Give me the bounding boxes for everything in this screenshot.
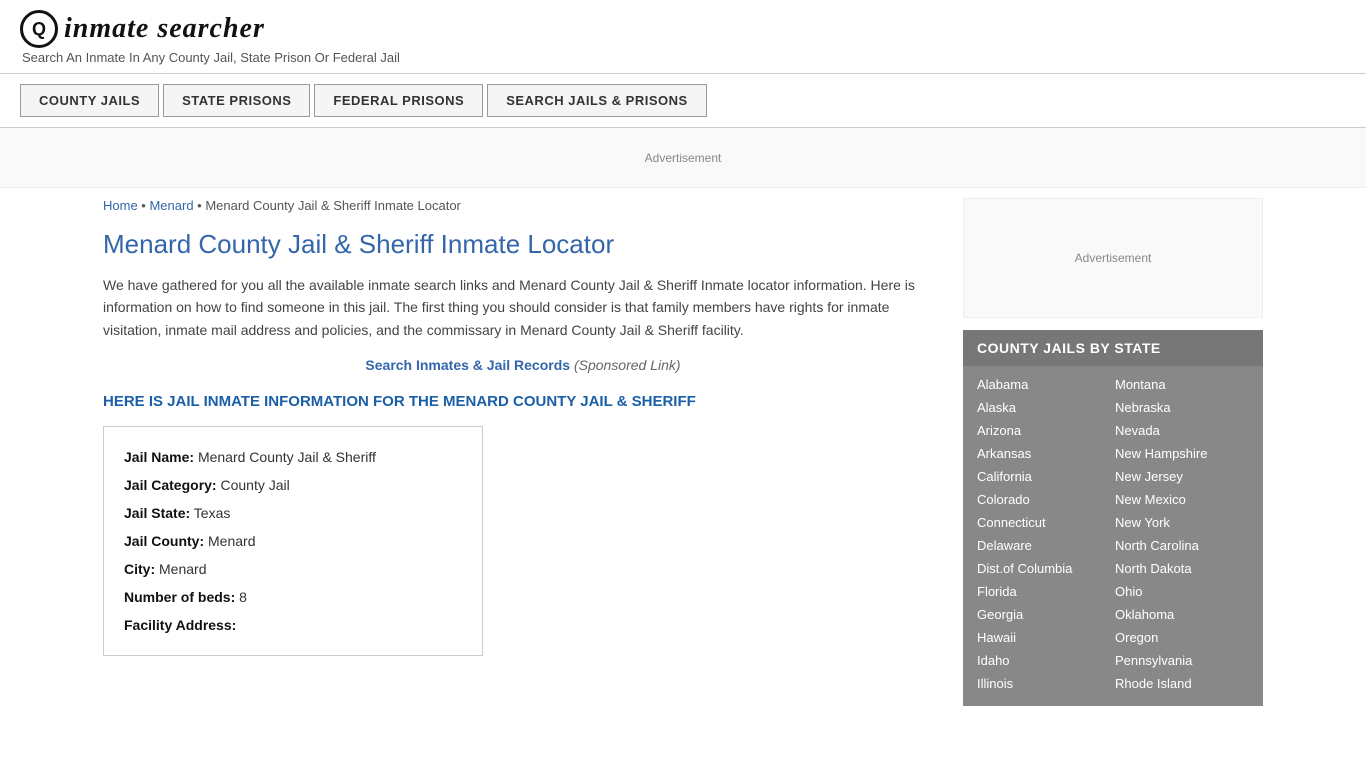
logo-area: Q inmate searcher [20, 10, 1346, 48]
state-item[interactable]: Georgia [977, 604, 1111, 625]
state-item[interactable]: Connecticut [977, 512, 1111, 533]
tagline: Search An Inmate In Any County Jail, Sta… [22, 50, 1346, 65]
search-inmates-link[interactable]: Search Inmates & Jail Records [365, 357, 570, 373]
state-item[interactable]: Alaska [977, 397, 1111, 418]
state-item[interactable]: New Mexico [1115, 489, 1249, 510]
jail-state-field: Jail State: Texas [124, 499, 462, 527]
content-area: Home • Menard • Menard County Jail & She… [103, 198, 943, 706]
city-field: City: Menard [124, 555, 462, 583]
state-item[interactable]: Delaware [977, 535, 1111, 556]
state-item[interactable]: Alabama [977, 374, 1111, 395]
state-item[interactable]: Idaho [977, 650, 1111, 671]
jail-card: Jail Name: Menard County Jail & Sheriff … [103, 426, 483, 656]
state-item[interactable]: Ohio [1115, 581, 1249, 602]
state-item[interactable]: Rhode Island [1115, 673, 1249, 694]
jail-state-value: Texas [194, 505, 231, 521]
state-item[interactable]: Oklahoma [1115, 604, 1249, 625]
intro-text: We have gathered for you all the availab… [103, 274, 943, 341]
ad-sidebar: Advertisement [963, 198, 1263, 318]
ad-banner: Advertisement [0, 128, 1366, 188]
state-item[interactable]: Arizona [977, 420, 1111, 441]
sidebar: Advertisement COUNTY JAILS BY STATE Alab… [963, 198, 1263, 706]
logo-icon: Q [20, 10, 58, 48]
jail-county-value: Menard [208, 533, 255, 549]
state-item[interactable]: Arkansas [977, 443, 1111, 464]
jail-county-label: Jail County: [124, 533, 204, 549]
jail-name-value: Menard County Jail & Sheriff [198, 449, 376, 465]
state-item[interactable]: Dist.of Columbia [977, 558, 1111, 579]
jail-category-value: County Jail [220, 477, 289, 493]
header: Q inmate searcher Search An Inmate In An… [0, 0, 1366, 74]
facility-address-label: Facility Address: [124, 617, 236, 633]
state-item[interactable]: Florida [977, 581, 1111, 602]
federal-prisons-btn[interactable]: FEDERAL PRISONS [314, 84, 483, 117]
state-item[interactable]: Nebraska [1115, 397, 1249, 418]
jail-county-field: Jail County: Menard [124, 527, 462, 555]
city-label: City: [124, 561, 155, 577]
search-jails-btn[interactable]: SEARCH JAILS & PRISONS [487, 84, 706, 117]
state-item[interactable]: Nevada [1115, 420, 1249, 441]
beds-value: 8 [239, 589, 247, 605]
beds-field: Number of beds: 8 [124, 583, 462, 611]
search-link-area: Search Inmates & Jail Records (Sponsored… [103, 357, 943, 373]
logo-text: inmate searcher [64, 13, 265, 45]
state-box-title: COUNTY JAILS BY STATE [963, 330, 1263, 366]
sponsored-label: (Sponsored Link) [574, 357, 681, 373]
jail-category-label: Jail Category: [124, 477, 217, 493]
breadcrumb-home[interactable]: Home [103, 198, 138, 213]
breadcrumb: Home • Menard • Menard County Jail & She… [103, 198, 943, 213]
state-item[interactable]: New Jersey [1115, 466, 1249, 487]
state-box: COUNTY JAILS BY STATE AlabamaMontanaAlas… [963, 330, 1263, 706]
main-layout: Home • Menard • Menard County Jail & She… [83, 188, 1283, 716]
breadcrumb-current: Menard County Jail & Sheriff Inmate Loca… [205, 198, 461, 213]
state-list: AlabamaMontanaAlaskaNebraskaArizonaNevad… [963, 366, 1263, 706]
jail-state-label: Jail State: [124, 505, 190, 521]
county-jails-btn[interactable]: COUNTY JAILS [20, 84, 159, 117]
state-prisons-btn[interactable]: STATE PRISONS [163, 84, 310, 117]
nav-bar: COUNTY JAILS STATE PRISONS FEDERAL PRISO… [0, 74, 1366, 128]
state-item[interactable]: Colorado [977, 489, 1111, 510]
state-item[interactable]: Oregon [1115, 627, 1249, 648]
beds-label: Number of beds: [124, 589, 235, 605]
state-item[interactable]: Hawaii [977, 627, 1111, 648]
info-header: HERE IS JAIL INMATE INFORMATION FOR THE … [103, 391, 943, 412]
city-value: Menard [159, 561, 206, 577]
facility-address-field: Facility Address: [124, 611, 462, 639]
state-item[interactable]: North Carolina [1115, 535, 1249, 556]
breadcrumb-menard[interactable]: Menard [149, 198, 193, 213]
state-item[interactable]: Montana [1115, 374, 1249, 395]
state-item[interactable]: New York [1115, 512, 1249, 533]
jail-name-label: Jail Name: [124, 449, 194, 465]
jail-category-field: Jail Category: County Jail [124, 471, 462, 499]
state-item[interactable]: Pennsylvania [1115, 650, 1249, 671]
state-item[interactable]: Illinois [977, 673, 1111, 694]
state-item[interactable]: North Dakota [1115, 558, 1249, 579]
jail-name-field: Jail Name: Menard County Jail & Sheriff [124, 443, 462, 471]
page-title: Menard County Jail & Sheriff Inmate Loca… [103, 229, 943, 260]
state-item[interactable]: New Hampshire [1115, 443, 1249, 464]
state-item[interactable]: California [977, 466, 1111, 487]
